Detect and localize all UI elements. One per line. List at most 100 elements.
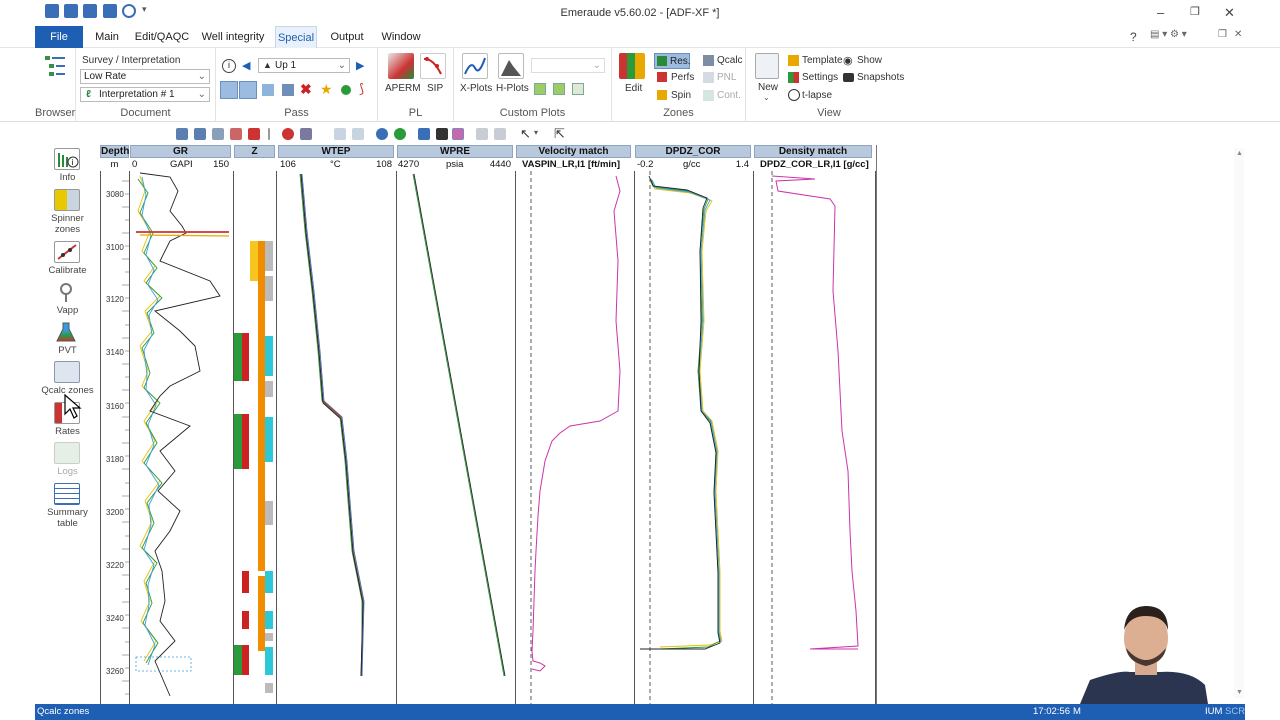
toolbar-pan-icon[interactable]	[212, 128, 224, 140]
mdi-close-icon[interactable]: ✕	[1234, 29, 1242, 40]
toolbar-ruler-icon[interactable]	[230, 128, 242, 140]
browser-icon[interactable]	[43, 54, 67, 80]
custom-plot-2-icon[interactable]	[553, 83, 565, 95]
pnl-icon[interactable]	[703, 72, 714, 83]
spin-icon[interactable]	[657, 90, 667, 100]
res-button[interactable]: Res.	[654, 53, 691, 69]
density-track-title[interactable]: Density match	[754, 145, 872, 158]
info-panel-icon[interactable]: i	[54, 148, 80, 170]
summary-table-icon[interactable]	[54, 483, 80, 505]
toolbar-tool1-icon[interactable]	[476, 128, 488, 140]
toolbar-refresh-icon[interactable]	[282, 128, 294, 140]
pvt-icon[interactable]	[54, 321, 80, 343]
hplots-icon[interactable]	[498, 53, 524, 79]
star-icon[interactable]: ★	[320, 81, 333, 98]
toolbar-tool2-icon[interactable]	[494, 128, 506, 140]
menu-well-integrity[interactable]: Well integrity	[200, 26, 266, 48]
tlapse-icon[interactable]	[788, 89, 800, 101]
menu-special[interactable]: Special	[275, 26, 317, 48]
toolbar-pointer-dropdown-icon[interactable]: ▾	[534, 128, 538, 137]
toolbar-undo-icon[interactable]	[334, 128, 346, 140]
logs-icon[interactable]	[54, 442, 80, 464]
logs-label[interactable]: Logs	[36, 466, 99, 477]
pass-eye-icon[interactable]	[220, 81, 238, 99]
pass-tool-icon[interactable]	[262, 84, 274, 96]
calibrate-label[interactable]: Calibrate	[36, 265, 99, 276]
mdi-restore-icon[interactable]: ❐	[1218, 29, 1227, 40]
camera-icon[interactable]	[843, 73, 854, 82]
pass-edit-icon[interactable]	[282, 84, 294, 96]
summary-table-label[interactable]: Summary table	[36, 507, 99, 529]
spinner-zones-icon[interactable]	[54, 189, 80, 211]
interpretation-dropdown[interactable]: ℓ Interpretation # 1 ⌄	[80, 87, 210, 102]
vapp-label[interactable]: Vapp	[36, 305, 99, 316]
info-panel-label[interactable]: Info	[36, 172, 99, 183]
settings-icon[interactable]	[788, 72, 799, 83]
qcalc-icon[interactable]	[703, 55, 714, 66]
custom-plot-3-icon[interactable]	[572, 83, 584, 95]
toolbar-select-icon[interactable]: ⇱	[554, 126, 565, 142]
survey-dropdown[interactable]: Low Rate ⌄	[80, 69, 210, 84]
toolbar-rotate-icon[interactable]	[376, 128, 388, 140]
show-label[interactable]: Show	[857, 55, 882, 66]
menu-file[interactable]: File	[35, 26, 83, 48]
snapshots-label[interactable]: Snapshots	[857, 72, 904, 83]
custom-plot-dropdown[interactable]: ⌄	[531, 58, 605, 73]
next-pass-icon[interactable]: ▶	[356, 59, 364, 72]
show-eye-icon[interactable]: ◉	[843, 54, 853, 67]
pass-curve-icon[interactable]: ⟆	[359, 81, 364, 97]
toolbar-highlight-icon[interactable]	[452, 128, 464, 140]
wpre-track-title[interactable]: WPRE	[397, 145, 513, 158]
vapp-icon[interactable]	[54, 281, 80, 303]
toolbar-pointer-icon[interactable]: ↖	[520, 126, 531, 142]
restore-icon[interactable]: ❐	[1190, 5, 1200, 18]
delete-pass-icon[interactable]: ✖	[300, 81, 312, 98]
toolbar-separator	[268, 128, 270, 140]
window-controls[interactable]: ▤ ▾ ⚙ ▾	[1150, 29, 1212, 43]
z-track-title[interactable]: Z	[234, 145, 275, 158]
perfs-icon[interactable]	[657, 72, 667, 82]
gr-track-title[interactable]: GR	[130, 145, 231, 158]
toolbar-fit-icon[interactable]	[194, 128, 206, 140]
menu-output[interactable]: Output	[327, 26, 367, 48]
depth-track-title[interactable]: Depth	[100, 145, 129, 158]
pass-info-icon[interactable]: i	[222, 59, 236, 73]
prev-pass-icon[interactable]: ◀	[242, 59, 250, 72]
menu-window[interactable]: Window	[378, 26, 424, 48]
help-icon[interactable]: ?	[1130, 30, 1137, 44]
velocity-track-title[interactable]: Velocity match	[516, 145, 631, 158]
custom-plot-1-icon[interactable]	[534, 83, 546, 95]
green-dot-icon[interactable]	[341, 85, 351, 95]
toolbar-sync-icon[interactable]	[394, 128, 406, 140]
pass-dropdown[interactable]: ▲ Up 1 ⌄	[258, 58, 350, 73]
dpdz-track-title[interactable]: DPDZ_COR	[635, 145, 751, 158]
wtep-scale: 106 °C 108	[278, 158, 394, 171]
sip-icon[interactable]	[420, 53, 446, 79]
new-view-icon[interactable]	[755, 53, 779, 79]
pass-eye2-icon[interactable]	[239, 81, 257, 99]
new-dropdown-icon[interactable]: ⌄	[763, 93, 770, 102]
minimize-icon[interactable]: –	[1157, 5, 1164, 20]
toolbar-curve-icon[interactable]	[436, 128, 448, 140]
toolbar-columns-icon[interactable]	[418, 128, 430, 140]
toolbar-cursor-icon[interactable]	[248, 128, 260, 140]
menu-edit-qaqc[interactable]: Edit/QAQC	[134, 26, 190, 48]
toolbar-redo-icon[interactable]	[352, 128, 364, 140]
menu-main[interactable]: Main	[88, 26, 126, 48]
vertical-scrollbar[interactable]: ▲ ▼	[1234, 148, 1244, 698]
close-icon[interactable]: ✕	[1224, 5, 1235, 21]
pvt-label[interactable]: PVT	[36, 345, 99, 356]
log-plot-area[interactable]: 3080 3100 3120 3140 3160 3180 3200 3220 …	[100, 171, 880, 704]
zones-edit-icon[interactable]	[619, 53, 645, 79]
rates-label[interactable]: Rates	[36, 426, 99, 437]
toolbar-layout-icon[interactable]	[300, 128, 312, 140]
xplots-icon[interactable]	[462, 53, 488, 79]
spinner-zones-label[interactable]: Spinner zones	[36, 213, 99, 235]
calibrate-icon[interactable]	[54, 241, 80, 263]
aperm-icon[interactable]	[388, 53, 414, 79]
toolbar-zoom-icon[interactable]	[176, 128, 188, 140]
template-icon[interactable]	[788, 55, 799, 66]
qcalc-zones-icon[interactable]	[54, 361, 80, 383]
cont-icon[interactable]	[703, 90, 714, 101]
wtep-track-title[interactable]: WTEP	[278, 145, 394, 158]
